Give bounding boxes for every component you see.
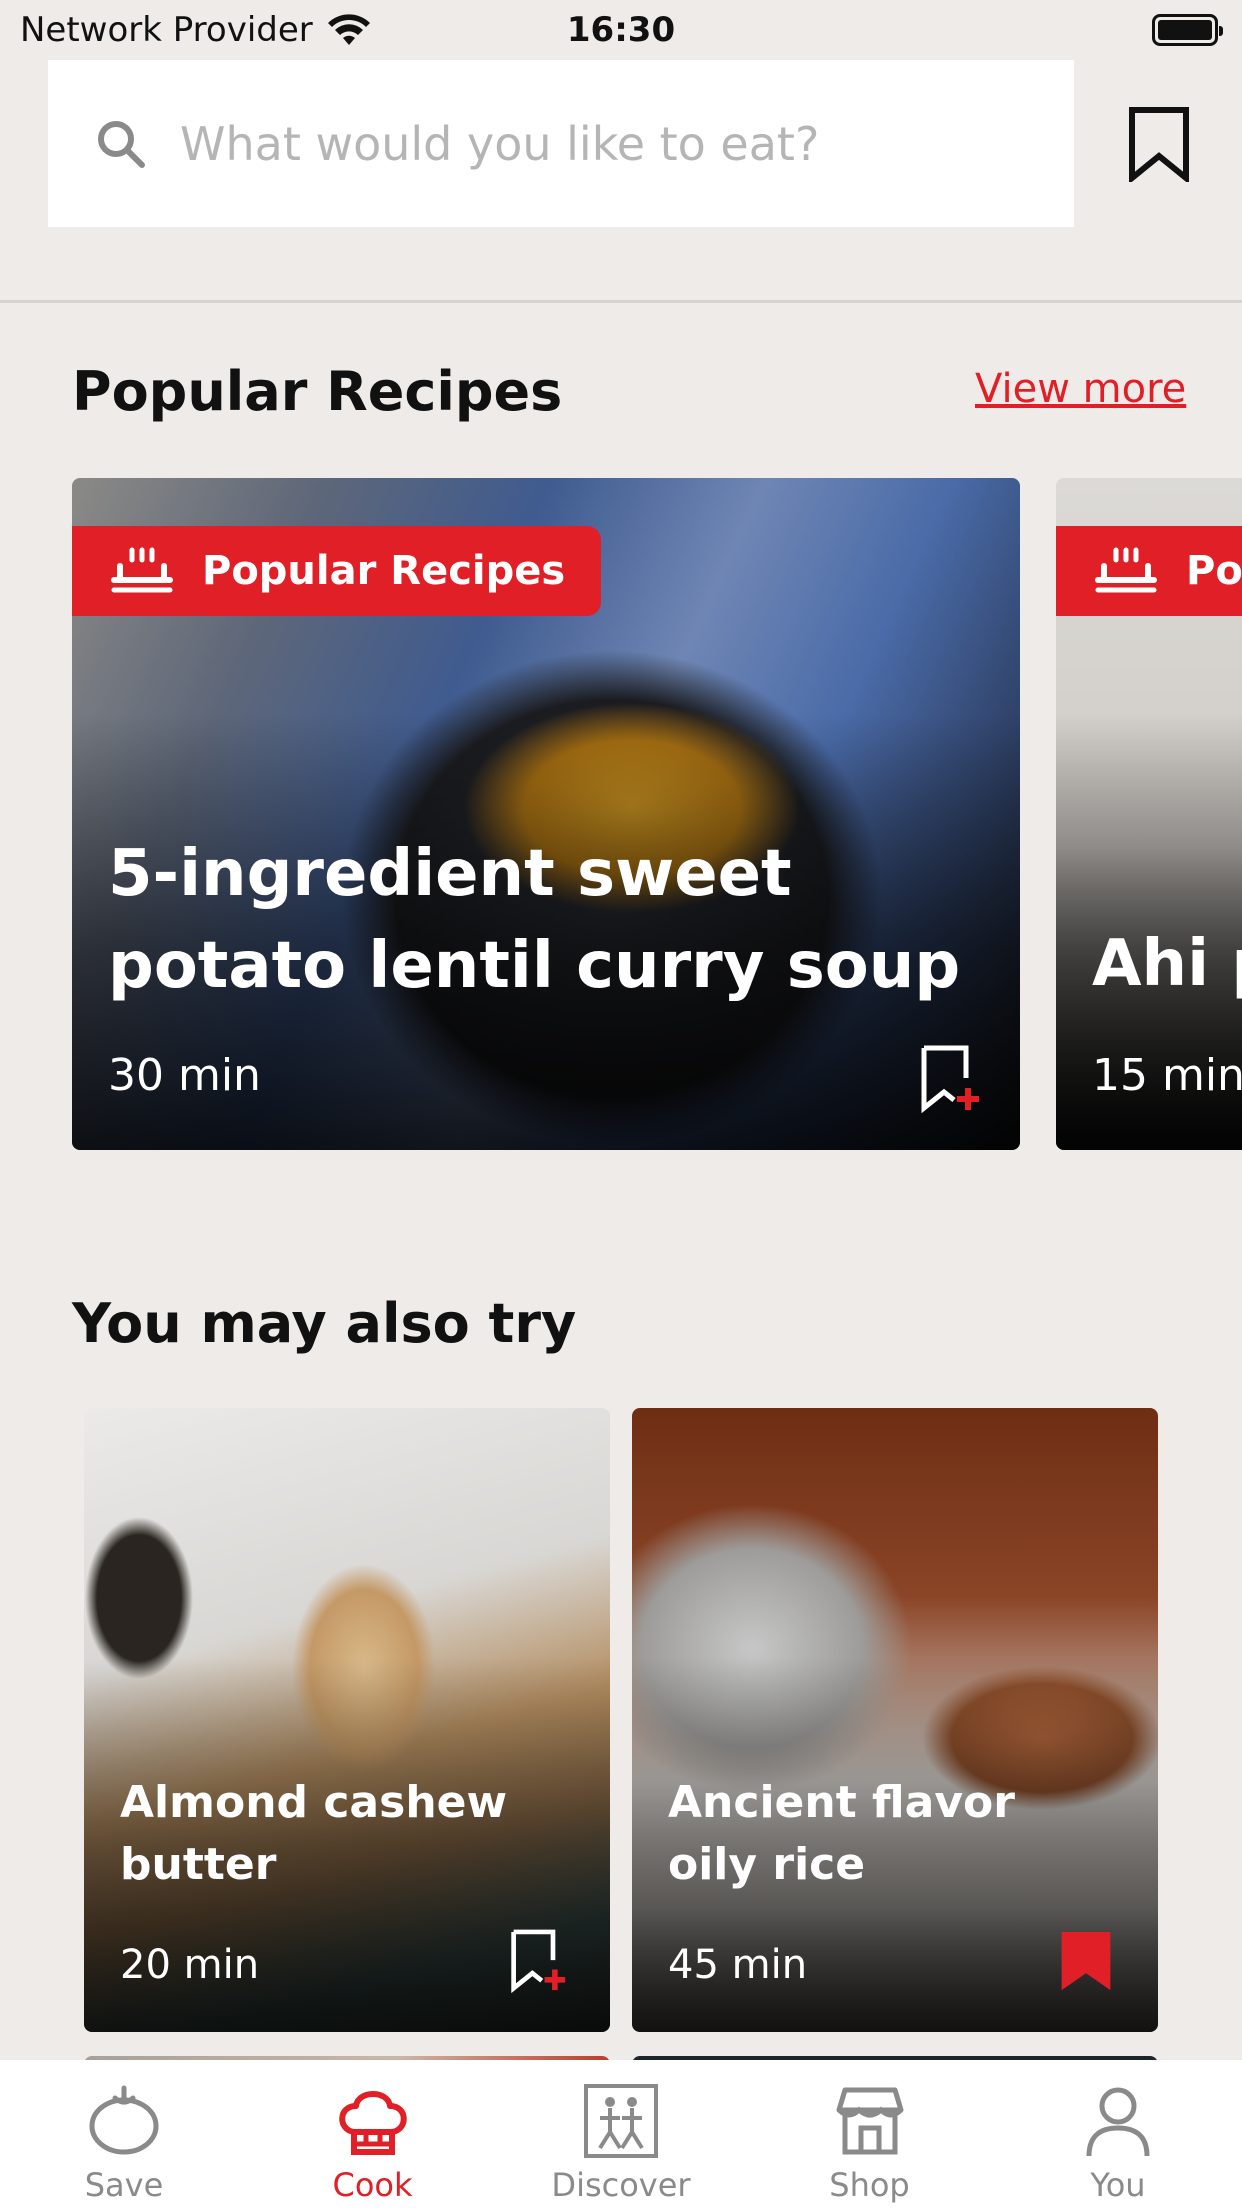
recipe-time: 45 min <box>668 1942 808 1988</box>
tab-label: Cook <box>332 2166 413 2204</box>
bookmark-filled-icon[interactable] <box>1056 1928 1116 1994</box>
tab-save[interactable]: Save <box>0 2060 248 2208</box>
popular-badge: Popular Recipes <box>72 526 602 616</box>
tomato-icon <box>89 2085 159 2155</box>
view-more-link[interactable]: View more <box>975 366 1186 412</box>
battery-icon <box>1152 14 1223 46</box>
search-input[interactable] <box>180 116 1040 171</box>
divider <box>0 300 1242 303</box>
tab-bar: Save Cook Discover Shop You <box>0 2060 1242 2208</box>
recipe-time: 15 min <box>1092 1050 1242 1101</box>
section-title-popular: Popular Recipes <box>72 360 563 423</box>
chef-hat-icon <box>338 2091 407 2155</box>
recipe-title: Ancient flavor oily rice <box>668 1777 1015 1890</box>
tab-you[interactable]: You <box>994 2060 1242 2208</box>
recipe-card-popular[interactable]: Popular Recipes 5-ingredient sweet potat… <box>72 478 1020 1150</box>
recipe-title: 5-ingredient sweet potato lentil curry s… <box>108 837 961 1003</box>
badge-label: Popular Recipes <box>1186 548 1242 594</box>
bookmark-add-icon[interactable] <box>508 1928 568 1994</box>
recipe-time: 30 min <box>108 1050 261 1101</box>
person-icon <box>1086 2087 1150 2157</box>
recipe-time: 20 min <box>120 1942 260 1988</box>
pot-icon <box>1095 547 1157 593</box>
pot-icon <box>111 547 173 593</box>
popular-badge: Popular Recipes <box>1056 526 1242 616</box>
tab-cook[interactable]: Cook <box>249 2060 497 2208</box>
search-bar[interactable] <box>48 60 1074 227</box>
status-bar: Network Provider 16:30 <box>0 0 1242 60</box>
section-title-try: You may also try <box>72 1292 577 1355</box>
tab-label: You <box>1090 2166 1146 2204</box>
tab-label: Shop <box>829 2166 910 2204</box>
tab-label: Discover <box>551 2166 691 2204</box>
recipe-card-try[interactable]: Almond cashew butter 20 min <box>84 1408 610 2032</box>
store-icon <box>836 2087 903 2155</box>
zwilling-logo-icon <box>584 2084 658 2158</box>
bookmark-add-icon[interactable] <box>918 1044 982 1114</box>
badge-label: Popular Recipes <box>202 548 566 594</box>
recipe-title: Almond cashew butter <box>120 1777 508 1890</box>
recipe-card-popular-2[interactable]: Popular Recipes Ahi p 15 min <box>1056 478 1242 1150</box>
tab-label: Save <box>84 2166 164 2204</box>
clock: 16:30 <box>566 10 676 50</box>
search-icon <box>98 120 145 168</box>
tab-discover[interactable]: Discover <box>497 2060 745 2208</box>
recipe-title: Ahi p <box>1092 927 1242 1001</box>
recipe-card-try[interactable]: Ancient flavor oily rice 45 min <box>632 1408 1158 2032</box>
bookmark-icon[interactable] <box>1126 106 1192 182</box>
tab-shop[interactable]: Shop <box>746 2060 994 2208</box>
